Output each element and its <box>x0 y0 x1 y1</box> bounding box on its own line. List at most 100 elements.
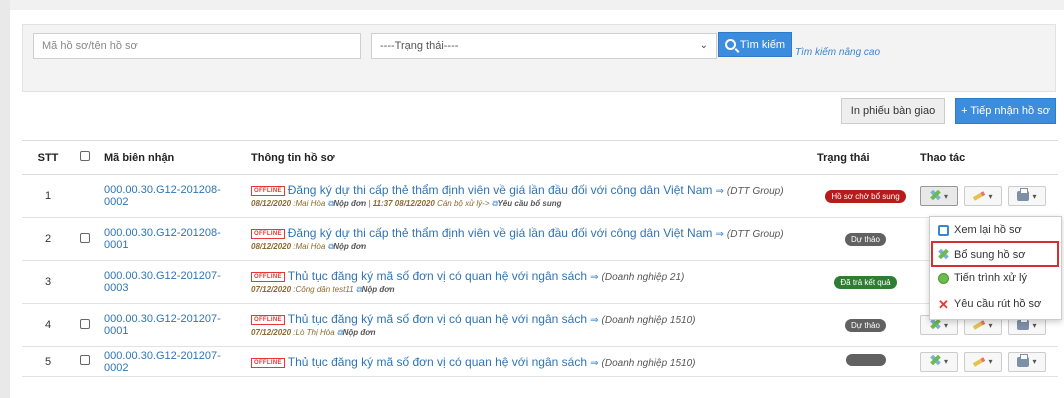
arrow-right-icon: ⇒ <box>715 229 724 240</box>
process-actions-button[interactable]: ▾ <box>964 186 1002 206</box>
edit-actions-button[interactable]: ▾ <box>920 351 958 372</box>
status-badge: Dự thảo <box>845 318 886 332</box>
edit-actions-button[interactable]: ▾ <box>920 186 958 206</box>
header-info: Thông tin hồ sơ <box>245 140 811 175</box>
clock-icon <box>938 272 949 284</box>
row-code-link[interactable]: 000.00.30.G12-201207-0003 <box>104 270 221 294</box>
tools-icon <box>930 191 941 202</box>
receive-dossier-button[interactable]: + Tiếp nhận hồ sơ <box>955 98 1056 124</box>
offline-tag: OFFLINE <box>251 357 285 368</box>
pencil-icon <box>973 320 986 330</box>
header-status: Trạng thái <box>811 140 914 175</box>
row-status-cell: Hồ sơ chờ bổ sung <box>811 174 914 218</box>
printer-icon <box>1017 188 1030 201</box>
row-status-cell <box>811 346 914 377</box>
tools-icon <box>930 356 941 367</box>
row-meta-date: 07/12/2020 <box>251 328 292 337</box>
menu-item-withdraw[interactable]: ✕ Yêu cầu rút hồ sơ <box>934 293 1058 315</box>
page: ----Trạng thái---- ⌄ Tìm kiếm Tìm kiếm n… <box>0 0 1064 398</box>
menu-item-review[interactable]: Xem lại hồ sơ <box>934 219 1058 241</box>
row-meta-person: :Lò Thị Hòa <box>293 328 335 337</box>
row-status-cell: Đã trả kết quả <box>811 260 914 304</box>
table-row: 3 000.00.30.G12-201207-0003 OFFLINE Thủ t… <box>22 260 1058 304</box>
menu-item-highlight <box>931 241 1059 267</box>
print-actions-button[interactable]: ▾ <box>1008 186 1046 206</box>
select-all-checkbox[interactable] <box>80 151 90 161</box>
row-checkbox-cell <box>74 174 98 218</box>
search-icon <box>724 39 736 50</box>
row-meta: 07/12/2020 :Lò Thị Hòa ⧉Nộp đơn <box>251 328 811 338</box>
search-input[interactable] <box>33 33 361 59</box>
search-icon <box>938 224 949 236</box>
row-meta: 08/12/2020 :Mai Hòa ⧉Nộp đơn | 11:37 08/… <box>251 199 562 208</box>
advanced-search-link[interactable]: Tìm kiếm nâng cao <box>795 47 880 58</box>
status-select-value: ----Trạng thái---- <box>380 40 459 52</box>
print-actions-button[interactable]: ▾ <box>1008 351 1046 372</box>
actions-dropdown-menu: Xem lại hồ sơ Bổ sung hồ sơ Tiến trình x… <box>929 216 1062 320</box>
row-code-link[interactable]: 000.00.30.G12-201207-0002 <box>104 350 221 374</box>
row-title-link[interactable]: Đăng ký dự thi cấp thẻ thẩm định viên về… <box>288 183 713 197</box>
row-stt: 1 <box>22 174 74 218</box>
row-checkbox[interactable] <box>80 355 90 365</box>
status-badge: Đã trả kết quả <box>834 275 897 289</box>
row-group: (Doanh nghiệp 21) <box>601 272 685 283</box>
row-group: (Doanh nghiệp 1510) <box>601 357 696 369</box>
caret-down-icon: ▾ <box>943 357 948 366</box>
row-checkbox-cell <box>74 260 98 304</box>
row-checkbox-cell <box>74 303 98 347</box>
row-code-cell: 000.00.30.G12-201207-0001 <box>98 303 245 347</box>
chevron-down-icon: ⌄ <box>699 40 708 51</box>
row-code-link[interactable]: 000.00.30.G12-201208-0002 <box>104 184 221 208</box>
row-code-cell: 000.00.30.G12-201208-0001 <box>98 217 245 261</box>
left-gutter <box>0 0 10 398</box>
row-info-cell: OFFLINE Đăng ký dự thi cấp thẻ thẩm định … <box>245 174 811 218</box>
row-meta-person: :Công dân test11 <box>293 285 354 294</box>
row-code-link[interactable]: 000.00.30.G12-201207-0001 <box>104 313 221 337</box>
caret-down-icon: ▾ <box>988 320 993 330</box>
offline-tag: OFFLINE <box>251 315 285 325</box>
row-stt: 3 <box>22 260 74 304</box>
print-handover-button[interactable]: In phiếu bàn giao <box>841 98 945 124</box>
process-actions-button[interactable]: ▾ <box>964 351 1002 372</box>
status-select[interactable]: ----Trạng thái---- ⌄ <box>371 33 717 59</box>
row-meta-action: Nộp đơn <box>333 242 367 251</box>
top-gutter <box>10 0 1064 10</box>
arrow-right-icon: ⇒ <box>590 272 599 283</box>
row-code-cell: 000.00.30.G12-201208-0002 <box>98 174 245 218</box>
search-button[interactable]: Tìm kiếm <box>718 32 792 57</box>
row-info-cell: OFFLINE Thủ tục đăng ký mã số đơn vị có q… <box>245 260 811 304</box>
row-title-link[interactable]: Đăng ký dự thi cấp thẻ thẩm định viên về… <box>288 226 713 240</box>
menu-item-progress[interactable]: Tiến trình xử lý <box>934 267 1058 289</box>
row-title-link[interactable]: Thủ tục đăng ký mã số đơn vị có quan hệ … <box>288 355 587 369</box>
row-checkbox[interactable] <box>80 232 90 243</box>
row-meta-extra-text: Cán bộ xử lý-> <box>437 199 490 208</box>
table-header-row: STT Mã biên nhận Thông tin hồ sơ Trạng t… <box>22 140 1058 175</box>
status-badge: Hồ sơ chờ bổ sung <box>825 189 906 203</box>
row-group: (DTT Group) <box>726 186 784 197</box>
row-code-link[interactable]: 000.00.30.G12-201208-0001 <box>104 227 221 251</box>
row-checkbox[interactable] <box>80 318 90 329</box>
row-group: (DTT Group) <box>726 229 784 240</box>
table-row: 1 000.00.30.G12-201208-0002 OFFLINE Đăng … <box>22 174 1058 218</box>
row-stt: 2 <box>22 217 74 261</box>
caret-down-icon: ▾ <box>943 191 948 201</box>
row-code-cell: 000.00.30.G12-201207-0002 <box>98 346 245 377</box>
row-meta-extra-date: 11:37 08/12/2020 <box>372 199 435 208</box>
table-row: 5 000.00.30.G12-201207-0002 OFFLINE Thủ t… <box>22 346 1058 377</box>
search-panel: ----Trạng thái---- ⌄ Tìm kiếm Tìm kiếm n… <box>22 24 1056 92</box>
row-status-cell: Dự thảo <box>811 303 914 347</box>
status-badge: Dự thảo <box>845 232 886 246</box>
row-meta: 07/12/2020 :Công dân test11 ⧉Nộp đơn <box>251 285 811 295</box>
caret-down-icon: ▾ <box>1032 191 1037 201</box>
row-meta-action: Nộp đơn <box>361 285 395 294</box>
caret-down-icon: ▾ <box>988 191 993 201</box>
status-badge <box>845 354 886 366</box>
table-row: 2 000.00.30.G12-201208-0001 OFFLINE Đăng … <box>22 217 1058 261</box>
row-actions-cell: ▾ ▾ ▾ <box>914 346 1058 377</box>
caret-down-icon: ▾ <box>1032 357 1037 366</box>
row-meta-date: 08/12/2020 <box>251 242 292 251</box>
row-title-link[interactable]: Thủ tục đăng ký mã số đơn vị có quan hệ … <box>288 269 587 283</box>
row-info-cell: OFFLINE Thủ tục đăng ký mã số đơn vị có q… <box>245 303 811 347</box>
pencil-icon <box>973 191 986 201</box>
row-title-link[interactable]: Thủ tục đăng ký mã số đơn vị có quan hệ … <box>288 312 587 326</box>
